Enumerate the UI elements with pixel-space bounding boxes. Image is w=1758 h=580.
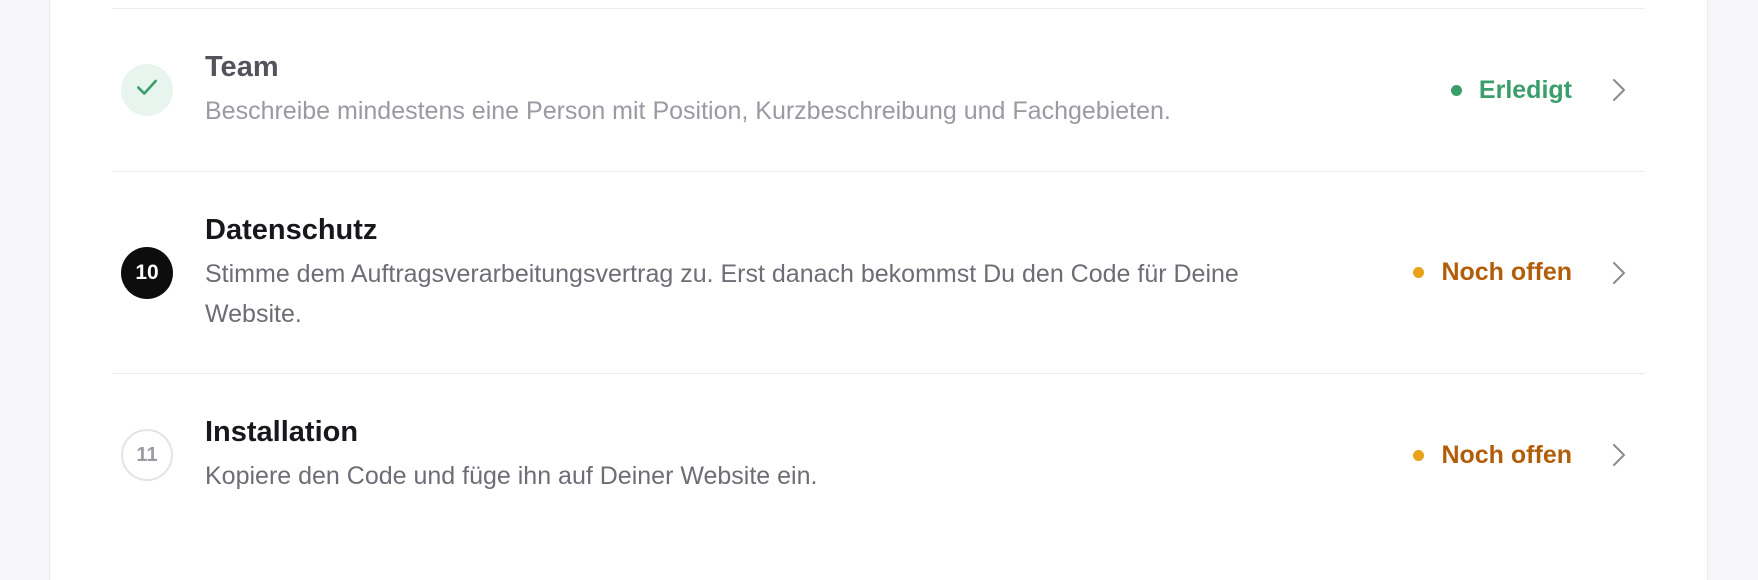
status-badge-open: Noch offen <box>1413 258 1572 287</box>
status-dot <box>1450 84 1462 96</box>
step-text: Team Beschreibe mindestens eine Person m… <box>205 49 1335 131</box>
status-dot <box>1413 267 1425 278</box>
step-text: Datenschutz Stimme dem Auftragsverarbeit… <box>205 212 1335 334</box>
step-marker-pending: 11 <box>121 429 173 481</box>
status-badge-done: Erledigt <box>1450 75 1572 105</box>
step-row-installation[interactable]: 11 Installation Kopiere den Code und füg… <box>112 374 1645 536</box>
check-icon <box>134 74 160 106</box>
step-title: Installation <box>205 416 359 448</box>
step-row-datenschutz[interactable]: 10 Datenschutz Stimme dem Auftragsverarb… <box>112 172 1645 374</box>
chevron-right-icon[interactable] <box>1605 259 1633 287</box>
step-title: Datenschutz <box>205 213 378 246</box>
chevron-right-icon[interactable] <box>1605 76 1633 104</box>
step-marker-current: 10 <box>121 246 173 299</box>
step-text: Installation Kopiere den Code und füge i… <box>205 414 1335 496</box>
status-label: Erledigt <box>1478 75 1572 104</box>
step-number: 10 <box>135 260 159 284</box>
step-description: Kopiere den Code und füge ihn auf Deiner… <box>205 462 818 490</box>
step-marker-done <box>121 64 173 116</box>
status-label: Noch offen <box>1441 258 1572 286</box>
status-badge-open: Noch offen <box>1413 441 1572 470</box>
status-dot <box>1413 449 1425 461</box>
step-description: Beschreibe mindestens eine Person mit Po… <box>205 97 1171 125</box>
chevron-right-icon[interactable] <box>1605 441 1633 469</box>
step-description: Stimme dem Auftragsverarbeitungsvertrag … <box>205 259 1239 328</box>
step-row-team[interactable]: Team Beschreibe mindestens eine Person m… <box>112 9 1645 172</box>
step-title: Team <box>205 51 279 83</box>
step-number: 11 <box>136 443 158 466</box>
status-label: Noch offen <box>1441 440 1572 469</box>
